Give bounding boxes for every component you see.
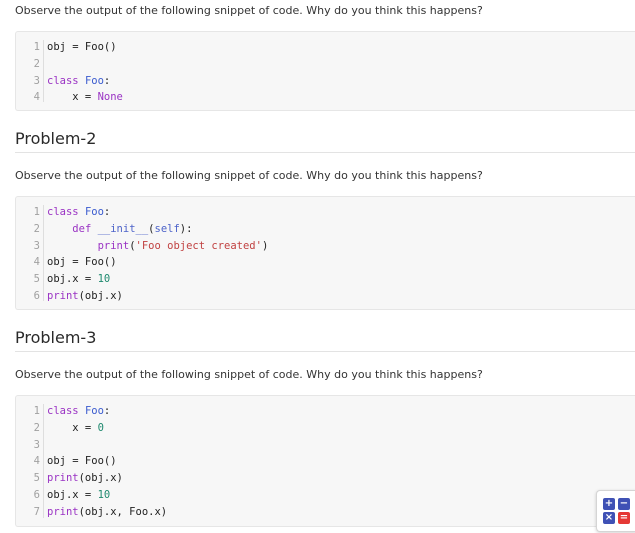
line-number: 3 xyxy=(33,239,40,252)
line-number: 7 xyxy=(33,505,40,518)
code-line: 2 x = 0 xyxy=(16,420,635,437)
code-line: 4 obj = Foo() xyxy=(16,453,635,470)
problem-2-description: Observe the output of the following snip… xyxy=(15,169,483,182)
code-line: 1 class Foo: xyxy=(16,403,635,420)
code-text: x = 0 xyxy=(47,421,104,434)
code-text: obj.x = 10 xyxy=(47,489,111,501)
line-number: 4 xyxy=(33,91,40,104)
line-number: 2 xyxy=(33,222,40,235)
divider xyxy=(15,152,635,153)
code-text: obj = Foo() xyxy=(47,41,117,53)
equals-glyph: = xyxy=(618,512,630,524)
code-line: 7 print(obj.x, Foo.x) xyxy=(16,504,635,521)
calculator-widget-button[interactable]: + − × = xyxy=(596,490,635,532)
code-text: x = None xyxy=(47,91,123,104)
code-text: print(obj.x, Foo.x) xyxy=(47,505,168,518)
line-number: 5 xyxy=(33,472,40,485)
code-line: 1 class Foo: xyxy=(16,204,635,221)
code-line: 3 print('Foo object created') xyxy=(16,238,635,255)
code-text: def __init__(self): xyxy=(72,222,193,235)
line-number: 1 xyxy=(33,405,40,417)
code-line: 2 def __init__(self): xyxy=(16,221,635,238)
line-number: 4 xyxy=(33,256,40,269)
code-text: obj = Foo() xyxy=(47,256,117,269)
problem-3-code-block: 1 class Foo: 2 x = 0 3 4 obj = Foo() 5 print(ob… xyxy=(15,395,635,527)
line-number: 3 xyxy=(33,74,40,87)
problem-2-code-block: 1 class Foo: 2 def __init__(self): 3 print(… xyxy=(15,196,635,310)
minus-glyph: − xyxy=(618,498,630,510)
code-text: class Foo: xyxy=(47,405,111,417)
code-line: 5 print(obj.x) xyxy=(16,470,635,487)
problem-1-description: Observe the output of the following snip… xyxy=(15,4,483,17)
code-line: 3 class Foo: xyxy=(16,73,635,90)
code-line: 5 obj.x = 10 xyxy=(16,271,635,288)
line-number: 5 xyxy=(33,273,40,286)
divider xyxy=(15,351,635,352)
code-line: 4 x = None xyxy=(16,89,635,106)
code-line: 3 xyxy=(16,437,635,454)
line-number: 2 xyxy=(33,57,40,70)
code-text: obj = Foo() xyxy=(47,455,117,468)
line-number: 1 xyxy=(33,41,40,53)
times-glyph: × xyxy=(603,512,615,524)
code-line: 1 obj = Foo() xyxy=(16,39,635,56)
problem-1-code-block: 1 obj = Foo() 2 3 class Foo: 4 x = None xyxy=(15,31,635,111)
problem-3-heading: Problem-3 xyxy=(15,328,97,347)
code-text: print(obj.x) xyxy=(47,290,123,302)
problem-3-description: Observe the output of the following snip… xyxy=(15,368,483,381)
line-number: 4 xyxy=(33,455,40,468)
line-number: 6 xyxy=(33,489,40,501)
line-number: 6 xyxy=(33,290,40,302)
line-number: 3 xyxy=(33,438,40,451)
code-text: class Foo: xyxy=(47,74,111,87)
code-line: 6 print(obj.x) xyxy=(16,288,635,305)
code-line: 6 obj.x = 10 xyxy=(16,487,635,504)
line-number: 2 xyxy=(33,421,40,434)
line-number: 1 xyxy=(33,206,40,218)
plus-glyph: + xyxy=(603,498,615,510)
code-line: 4 obj = Foo() xyxy=(16,254,635,271)
problem-2-heading: Problem-2 xyxy=(15,129,97,148)
code-text: print(obj.x) xyxy=(47,472,123,485)
code-text: obj.x = 10 xyxy=(47,273,111,286)
code-text: class Foo: xyxy=(47,206,111,218)
code-line: 2 xyxy=(16,56,635,73)
code-text: print('Foo object created') xyxy=(97,239,269,252)
